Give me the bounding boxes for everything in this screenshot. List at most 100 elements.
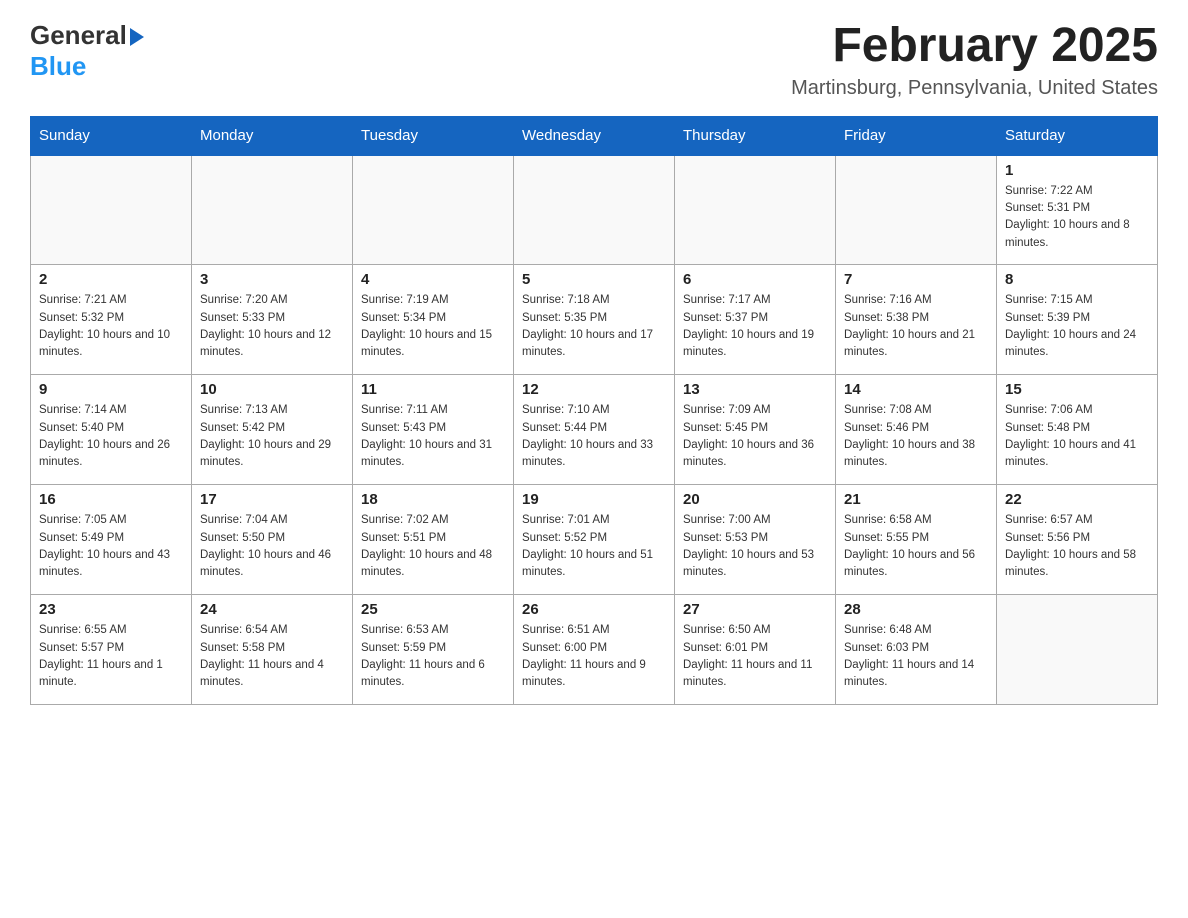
calendar-cell: 8 Sunrise: 7:15 AMSunset: 5:39 PMDaylight…	[997, 265, 1158, 375]
day-header-monday: Monday	[192, 116, 353, 155]
day-header-wednesday: Wednesday	[514, 116, 675, 155]
calendar-cell: 27Sunrise: 6:50 AMSunset: 6:01 PMDayligh…	[675, 595, 836, 705]
day-header-sunday: Sunday	[31, 116, 192, 155]
calendar-cell	[997, 595, 1158, 705]
day-info: Sunrise: 7:01 AMSunset: 5:52 PMDaylight:…	[522, 512, 666, 581]
day-number: 2	[39, 271, 183, 288]
calendar-cell: 17Sunrise: 7:04 AMSunset: 5:50 PMDayligh…	[192, 485, 353, 595]
day-info: Sunrise: 7:10 AMSunset: 5:44 PMDaylight:…	[522, 402, 666, 471]
calendar-cell: 5 Sunrise: 7:18 AMSunset: 5:35 PMDaylight…	[514, 265, 675, 375]
calendar-cell: 6 Sunrise: 7:17 AMSunset: 5:37 PMDaylight…	[675, 265, 836, 375]
calendar-cell: 12 Sunrise: 7:10 AMSunset: 5:44 PMDayligh…	[514, 375, 675, 485]
day-number: 8	[1005, 271, 1149, 288]
calendar-cell: 1 Sunrise: 7:22 AMSunset: 5:31 PMDaylight…	[997, 155, 1158, 265]
calendar-week-row: 1 Sunrise: 7:22 AMSunset: 5:31 PMDaylight…	[31, 155, 1158, 265]
day-number: 15	[1005, 381, 1149, 398]
calendar-cell: 2 Sunrise: 7:21 AMSunset: 5:32 PMDaylight…	[31, 265, 192, 375]
day-number: 24	[200, 601, 344, 618]
day-info: Sunrise: 7:17 AMSunset: 5:37 PMDaylight:…	[683, 292, 827, 361]
calendar-header-row: SundayMondayTuesdayWednesdayThursdayFrid…	[31, 116, 1158, 155]
calendar-week-row: 2 Sunrise: 7:21 AMSunset: 5:32 PMDaylight…	[31, 265, 1158, 375]
day-info: Sunrise: 7:15 AMSunset: 5:39 PMDaylight:…	[1005, 292, 1149, 361]
calendar-cell: 25 Sunrise: 6:53 AMSunset: 5:59 PMDayligh…	[353, 595, 514, 705]
day-number: 13	[683, 381, 827, 398]
calendar-table: SundayMondayTuesdayWednesdayThursdayFrid…	[30, 116, 1158, 706]
day-header-friday: Friday	[836, 116, 997, 155]
calendar-cell	[675, 155, 836, 265]
day-info: Sunrise: 7:06 AMSunset: 5:48 PMDaylight:…	[1005, 402, 1149, 471]
calendar-cell	[192, 155, 353, 265]
day-header-saturday: Saturday	[997, 116, 1158, 155]
day-info: Sunrise: 7:11 AMSunset: 5:43 PMDaylight:…	[361, 402, 505, 471]
day-number: 5	[522, 271, 666, 288]
day-info: Sunrise: 7:16 AMSunset: 5:38 PMDaylight:…	[844, 292, 988, 361]
calendar-cell: 7 Sunrise: 7:16 AMSunset: 5:38 PMDaylight…	[836, 265, 997, 375]
day-number: 27	[683, 601, 827, 618]
day-info: Sunrise: 7:14 AMSunset: 5:40 PMDaylight:…	[39, 402, 183, 471]
calendar-cell: 14 Sunrise: 7:08 AMSunset: 5:46 PMDayligh…	[836, 375, 997, 485]
calendar-cell	[353, 155, 514, 265]
day-info: Sunrise: 7:08 AMSunset: 5:46 PMDaylight:…	[844, 402, 988, 471]
calendar-cell: 22 Sunrise: 6:57 AMSunset: 5:56 PMDayligh…	[997, 485, 1158, 595]
day-number: 10	[200, 381, 344, 398]
day-number: 21	[844, 491, 988, 508]
day-info: Sunrise: 6:51 AMSunset: 6:00 PMDaylight:…	[522, 622, 666, 691]
day-info: Sunrise: 6:55 AMSunset: 5:57 PMDaylight:…	[39, 622, 183, 691]
day-info: Sunrise: 7:02 AMSunset: 5:51 PMDaylight:…	[361, 512, 505, 581]
day-number: 25	[361, 601, 505, 618]
calendar-cell: 21 Sunrise: 6:58 AMSunset: 5:55 PMDayligh…	[836, 485, 997, 595]
calendar-week-row: 9 Sunrise: 7:14 AMSunset: 5:40 PMDaylight…	[31, 375, 1158, 485]
calendar-subtitle: Martinsburg, Pennsylvania, United States	[791, 77, 1158, 100]
day-number: 11	[361, 381, 505, 398]
day-number: 19	[522, 491, 666, 508]
calendar-cell	[514, 155, 675, 265]
day-info: Sunrise: 7:18 AMSunset: 5:35 PMDaylight:…	[522, 292, 666, 361]
day-number: 18	[361, 491, 505, 508]
day-info: Sunrise: 6:58 AMSunset: 5:55 PMDaylight:…	[844, 512, 988, 581]
calendar-cell	[31, 155, 192, 265]
day-number: 7	[844, 271, 988, 288]
day-number: 3	[200, 271, 344, 288]
calendar-cell: 16Sunrise: 7:05 AMSunset: 5:49 PMDayligh…	[31, 485, 192, 595]
day-number: 4	[361, 271, 505, 288]
day-number: 6	[683, 271, 827, 288]
calendar-cell: 20 Sunrise: 7:00 AMSunset: 5:53 PMDayligh…	[675, 485, 836, 595]
day-number: 20	[683, 491, 827, 508]
day-number: 28	[844, 601, 988, 618]
day-number: 23	[39, 601, 183, 618]
day-info: Sunrise: 6:54 AMSunset: 5:58 PMDaylight:…	[200, 622, 344, 691]
calendar-cell: 13 Sunrise: 7:09 AMSunset: 5:45 PMDayligh…	[675, 375, 836, 485]
logo-blue: Blue	[30, 51, 86, 81]
day-info: Sunrise: 7:13 AMSunset: 5:42 PMDaylight:…	[200, 402, 344, 471]
day-number: 17	[200, 491, 344, 508]
day-info: Sunrise: 6:53 AMSunset: 5:59 PMDaylight:…	[361, 622, 505, 691]
day-info: Sunrise: 7:22 AMSunset: 5:31 PMDaylight:…	[1005, 183, 1149, 252]
day-number: 16	[39, 491, 183, 508]
day-number: 22	[1005, 491, 1149, 508]
day-info: Sunrise: 7:20 AMSunset: 5:33 PMDaylight:…	[200, 292, 344, 361]
logo: General Blue	[30, 20, 144, 82]
calendar-cell: 3 Sunrise: 7:20 AMSunset: 5:33 PMDaylight…	[192, 265, 353, 375]
day-number: 26	[522, 601, 666, 618]
day-info: Sunrise: 7:21 AMSunset: 5:32 PMDaylight:…	[39, 292, 183, 361]
day-info: Sunrise: 7:19 AMSunset: 5:34 PMDaylight:…	[361, 292, 505, 361]
calendar-cell: 28 Sunrise: 6:48 AMSunset: 6:03 PMDayligh…	[836, 595, 997, 705]
logo-general: General	[30, 20, 127, 50]
page-header: General Blue February 2025 Martinsburg, …	[30, 20, 1158, 100]
calendar-cell: 15 Sunrise: 7:06 AMSunset: 5:48 PMDayligh…	[997, 375, 1158, 485]
day-info: Sunrise: 7:00 AMSunset: 5:53 PMDaylight:…	[683, 512, 827, 581]
calendar-week-row: 23 Sunrise: 6:55 AMSunset: 5:57 PMDayligh…	[31, 595, 1158, 705]
calendar-cell: 4 Sunrise: 7:19 AMSunset: 5:34 PMDaylight…	[353, 265, 514, 375]
day-info: Sunrise: 7:09 AMSunset: 5:45 PMDaylight:…	[683, 402, 827, 471]
day-info: Sunrise: 6:48 AMSunset: 6:03 PMDaylight:…	[844, 622, 988, 691]
day-number: 14	[844, 381, 988, 398]
day-number: 9	[39, 381, 183, 398]
calendar-cell	[836, 155, 997, 265]
day-number: 12	[522, 381, 666, 398]
calendar-title: February 2025	[791, 20, 1158, 73]
day-number: 1	[1005, 162, 1149, 179]
calendar-cell: 10 Sunrise: 7:13 AMSunset: 5:42 PMDayligh…	[192, 375, 353, 485]
calendar-cell: 9 Sunrise: 7:14 AMSunset: 5:40 PMDaylight…	[31, 375, 192, 485]
calendar-week-row: 16Sunrise: 7:05 AMSunset: 5:49 PMDayligh…	[31, 485, 1158, 595]
day-info: Sunrise: 6:57 AMSunset: 5:56 PMDaylight:…	[1005, 512, 1149, 581]
